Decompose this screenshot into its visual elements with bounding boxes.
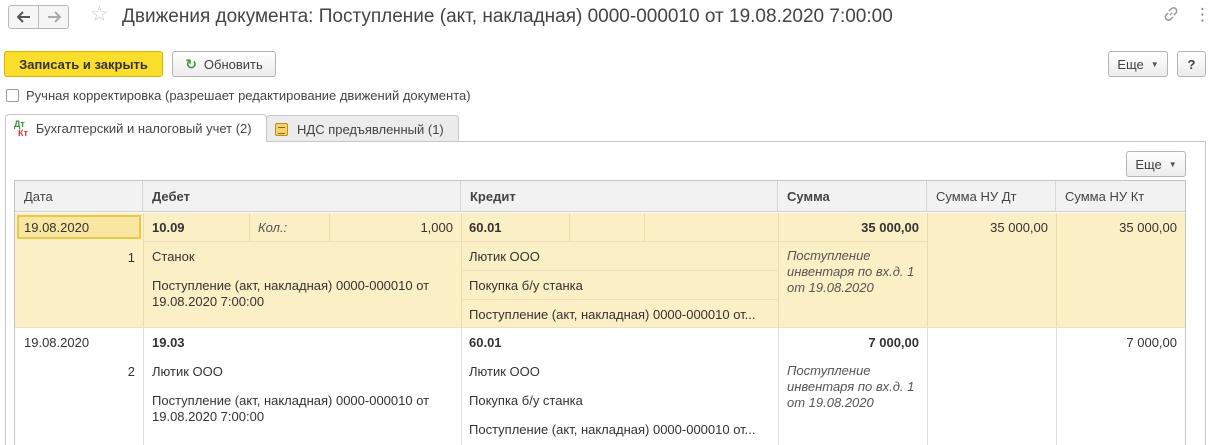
debit-subconto-2: Поступление (акт, накладная) 0000-000010…	[152, 393, 430, 424]
column-header-debit[interactable]: Дебет	[143, 181, 461, 212]
credit-account: 60.01	[469, 220, 502, 235]
tab-accounting[interactable]: Дт Кт Бухгалтерский и налоговый учет (2)	[5, 114, 267, 142]
debit-subconto-1: Лютик ООО	[152, 364, 223, 379]
column-header-credit[interactable]: Кредит	[461, 181, 778, 212]
chevron-down-icon: ▼	[1168, 159, 1177, 169]
row-date: 19.08.2020	[24, 335, 90, 350]
row-content: Поступление инвентаря по вх.д. 1 от 19.0…	[787, 363, 915, 410]
debit-account: 19.03	[152, 335, 185, 350]
credit-subconto-1: Лютик ООО	[469, 249, 540, 264]
column-header-amount[interactable]: Сумма	[778, 181, 927, 212]
row-amount: 7 000,00	[868, 335, 919, 350]
row-number: 2	[127, 364, 135, 379]
column-header-date[interactable]: Дата	[15, 181, 143, 212]
more-button[interactable]: Еще ▼	[1108, 51, 1168, 77]
more-label: Еще	[1117, 56, 1144, 72]
refresh-button[interactable]: ↻ Обновить	[172, 51, 276, 77]
entries-table: Дата Дебет Кредит Сумма Сумма НУ Дт Сумм…	[14, 180, 1186, 445]
star-icon[interactable]: ☆	[90, 3, 109, 27]
table-more-button[interactable]: Еще ▼	[1126, 151, 1186, 177]
arrow-right-icon	[47, 11, 61, 23]
manual-edit-row[interactable]: Ручная корректировка (разрешает редактир…	[6, 88, 471, 103]
dt-kt-icon: Дт Кт	[14, 118, 28, 138]
row-amount-nu-kt: 35 000,00	[1119, 220, 1177, 235]
save-and-close-button[interactable]: Записать и закрыть	[4, 51, 163, 77]
row-amount-nu-kt: 7 000,00	[1126, 335, 1177, 350]
credit-subconto-2: Покупка б/у станка	[469, 393, 583, 408]
back-button[interactable]	[8, 5, 39, 29]
credit-subconto-3: Поступление (акт, накладная) 0000-000010…	[469, 422, 756, 437]
row-amount: 35 000,00	[861, 220, 919, 235]
chevron-down-icon: ▼	[1150, 59, 1159, 69]
tab-vat-label: НДС предъявленный (1)	[297, 121, 444, 137]
table-more-label: Еще	[1135, 156, 1162, 172]
refresh-icon: ↻	[185, 55, 197, 72]
credit-subconto-1: Лютик ООО	[469, 364, 540, 379]
row-amount-nu-dt: 35 000,00	[990, 220, 1048, 235]
column-header-amount-nu-kt[interactable]: Сумма НУ Кт	[1056, 181, 1185, 212]
tab-accounting-label: Бухгалтерский и налоговый учет (2)	[35, 121, 252, 136]
column-header-amount-nu-dt[interactable]: Сумма НУ Дт	[927, 181, 1056, 212]
row-number: 1	[127, 250, 135, 265]
debit-subconto-1: Станок	[152, 249, 195, 264]
help-button[interactable]: ?	[1177, 51, 1206, 77]
register-icon	[275, 122, 288, 136]
qty-label: Кол.:	[258, 220, 288, 235]
window-title: Движения документа: Поступление (акт, на…	[122, 6, 893, 27]
credit-subconto-3: Поступление (акт, накладная) 0000-000010…	[469, 307, 756, 322]
link-icon[interactable]	[1163, 6, 1179, 25]
credit-subconto-2: Покупка б/у станка	[469, 278, 583, 293]
qty-value: 1,000	[420, 220, 453, 235]
manual-edit-checkbox[interactable]	[6, 89, 19, 102]
credit-account: 60.01	[469, 335, 502, 350]
manual-edit-label: Ручная корректировка (разрешает редактир…	[26, 88, 471, 103]
refresh-label: Обновить	[203, 56, 263, 72]
tab-vat[interactable]: НДС предъявленный (1)	[266, 115, 459, 142]
forward-button[interactable]	[38, 5, 69, 29]
more-vertical-icon[interactable]: ⋮	[1194, 6, 1210, 24]
row-date: 19.08.2020	[24, 220, 90, 235]
arrow-left-icon	[16, 11, 30, 23]
row-content: Поступление инвентаря по вх.д. 1 от 19.0…	[787, 248, 915, 295]
debit-subconto-2: Поступление (акт, накладная) 0000-000010…	[152, 278, 430, 309]
debit-account: 10.09	[152, 220, 185, 235]
